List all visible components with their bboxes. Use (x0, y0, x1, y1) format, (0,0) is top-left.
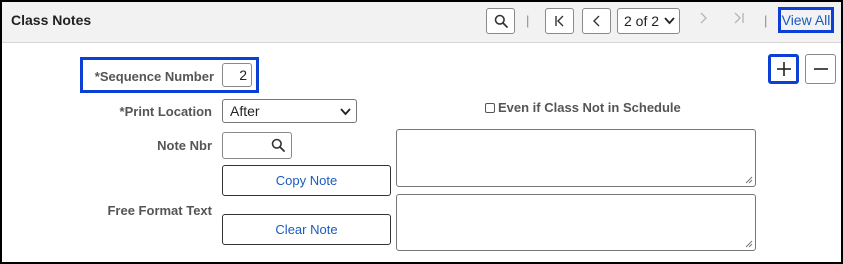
resize-grip-icon[interactable] (745, 240, 753, 248)
plus-icon (776, 62, 791, 76)
free-format-text-label: Free Format Text (107, 203, 212, 218)
note-nbr-input[interactable] (222, 132, 292, 159)
minus-icon (813, 68, 828, 70)
add-row-button[interactable] (768, 54, 799, 84)
first-page-icon (554, 15, 563, 27)
even-if-not-in-schedule-checkbox[interactable] (485, 102, 495, 113)
chevron-right-icon[interactable] (699, 12, 709, 24)
even-if-not-in-schedule-option[interactable]: Even if Class Not in Schedule (485, 100, 681, 115)
view-all-link[interactable]: View All (778, 7, 834, 33)
chevron-down-icon (340, 108, 351, 116)
sequence-number-label: *Sequence Number (94, 69, 214, 84)
chevron-down-icon (664, 17, 675, 25)
copy-note-button[interactable]: Copy Note (222, 165, 391, 196)
print-location-label: *Print Location (119, 104, 212, 119)
clear-note-button[interactable]: Clear Note (222, 214, 391, 245)
search-button[interactable] (486, 8, 515, 34)
row-pager-select[interactable]: 2 of 2 (617, 8, 680, 34)
free-format-textarea[interactable] (396, 194, 756, 251)
resize-grip-icon[interactable] (745, 176, 753, 184)
print-location-value: After (230, 103, 260, 119)
search-icon[interactable] (271, 138, 285, 152)
note-textarea[interactable] (396, 129, 756, 187)
search-icon (494, 14, 508, 28)
panel-title: Class Notes (11, 12, 92, 28)
previous-button[interactable] (582, 8, 611, 34)
separator: | (526, 13, 530, 28)
sequence-number-input[interactable]: 2 (222, 63, 252, 87)
even-if-not-in-schedule-label: Even if Class Not in Schedule (498, 100, 681, 115)
pager-value: 2 of 2 (624, 13, 660, 29)
last-page-icon[interactable] (733, 12, 745, 24)
delete-row-button[interactable] (805, 54, 836, 84)
first-page-button[interactable] (545, 8, 574, 34)
separator: | (764, 13, 768, 28)
class-notes-panel: Class Notes | 2 of 2 | View All *Sequenc… (0, 0, 843, 264)
chevron-left-icon (592, 15, 599, 27)
note-nbr-label: Note Nbr (157, 138, 212, 153)
panel-header: Class Notes | 2 of 2 | View All (2, 2, 841, 43)
print-location-select[interactable]: After (222, 99, 357, 123)
